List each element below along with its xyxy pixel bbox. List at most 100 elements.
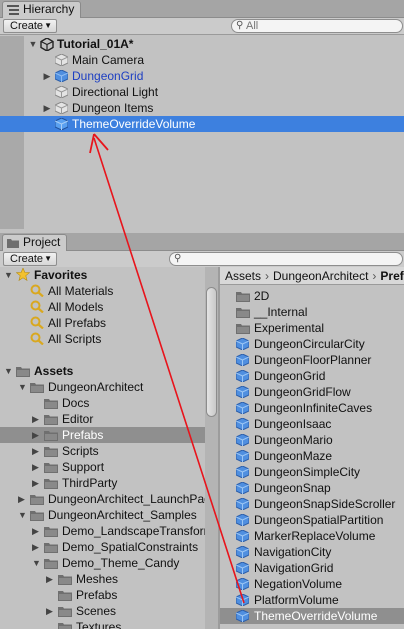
tab-project[interactable]: Project [2, 234, 68, 251]
folder-tree-item[interactable]: Prefabs [0, 587, 205, 603]
folder-tree-item[interactable]: Textures [0, 619, 205, 629]
expand-arrow-icon[interactable]: ▶ [32, 539, 39, 555]
content-prefab-item[interactable]: NavigationCity [220, 544, 404, 560]
folder-tree-item[interactable]: ▶ DungeonArchitect_LaunchPad [0, 491, 205, 507]
folder-label: Demo_SpatialConstraints [62, 540, 199, 554]
folder-tree-scroll-thumb[interactable] [206, 287, 217, 417]
content-prefab-item[interactable]: DungeonMaze [220, 448, 404, 464]
folder-tree-item[interactable]: ▶ ThirdParty [0, 475, 205, 491]
content-prefab-item[interactable]: DungeonCircularCity [220, 336, 404, 352]
content-item-label: Experimental [254, 321, 325, 335]
content-prefab-item[interactable]: ThemeOverrideVolume [220, 608, 404, 624]
content-prefab-item[interactable]: DungeonGridFlow [220, 384, 404, 400]
folder-tree-item[interactable]: ▶ Meshes [0, 571, 205, 587]
folder-tree-item[interactable]: ▶ Editor [0, 411, 205, 427]
expand-arrow-icon[interactable]: ▶ [46, 571, 53, 587]
project-search-field[interactable]: ⚲ [169, 252, 403, 266]
folder-label: DungeonArchitect_Samples [48, 508, 197, 522]
expand-arrow-icon[interactable]: ▼ [4, 363, 13, 379]
folder-label: Demo_Theme_Candy [62, 556, 180, 570]
content-folder-item[interactable]: 2D [220, 288, 404, 304]
hierarchy-item[interactable]: Directional Light [0, 84, 404, 100]
folder-tree-item[interactable]: ▶ Support [0, 459, 205, 475]
expand-arrow-icon[interactable]: ▶ [32, 443, 39, 459]
hierarchy-item[interactable]: ▶ Dungeon Items [0, 100, 404, 116]
hierarchy-search-field[interactable]: ⚲ [231, 19, 403, 33]
hierarchy-item[interactable]: ▶ DungeonGrid [0, 68, 404, 84]
favorite-item-label: All Models [48, 300, 104, 314]
favorite-item-label: All Scripts [48, 332, 102, 346]
folder-label: DungeonArchitect_LaunchPad [48, 492, 205, 506]
content-prefab-item[interactable]: NegationVolume [220, 576, 404, 592]
tab-hierarchy-label: Hierarchy [23, 2, 75, 16]
favorite-item[interactable]: All Prefabs [0, 315, 205, 331]
hierarchy-search-input[interactable] [246, 20, 382, 32]
expand-arrow-icon[interactable]: ▶ [18, 491, 25, 507]
expand-arrow-icon[interactable]: ▶ [42, 100, 52, 116]
content-item-label: DungeonGridFlow [254, 385, 351, 399]
content-folder-item[interactable]: Experimental [220, 320, 404, 336]
expand-arrow-icon[interactable]: ▶ [32, 523, 39, 539]
content-prefab-item[interactable]: DungeonSimpleCity [220, 464, 404, 480]
content-prefab-item[interactable]: DungeonSnap [220, 480, 404, 496]
project-folder-contents: Assets›DungeonArchitect›Prefabs 2D__Inte… [220, 267, 404, 629]
project-create-button[interactable]: Create ▼ [3, 252, 57, 266]
tab-hierarchy[interactable]: Hierarchy [2, 1, 82, 18]
favorite-item[interactable]: All Scripts [0, 331, 205, 347]
hierarchy-item[interactable]: Main Camera [0, 52, 404, 68]
search-icon: ⚲ [174, 253, 182, 264]
content-folder-item[interactable]: __Internal [220, 304, 404, 320]
hierarchy-item-label: Dungeon Items [72, 101, 154, 115]
favorites-header[interactable]: ▼ Favorites [0, 267, 205, 283]
content-prefab-item[interactable]: MarkerReplaceVolume [220, 528, 404, 544]
expand-arrow-icon[interactable]: ▼ [4, 267, 13, 283]
folder-tree-item[interactable]: ▼ DungeonArchitect_Samples [0, 507, 205, 523]
content-item-label: DungeonCircularCity [254, 337, 365, 351]
content-item-label: DungeonInfiniteCaves [254, 401, 373, 415]
breadcrumb-item[interactable]: Assets [225, 269, 261, 283]
project-search-input[interactable] [184, 253, 370, 265]
content-prefab-item[interactable]: DungeonInfiniteCaves [220, 400, 404, 416]
content-prefab-item[interactable]: DungeonFloorPlanner [220, 352, 404, 368]
expand-arrow-icon[interactable]: ▼ [28, 36, 38, 52]
folder-tree-item[interactable]: ▶ Scenes [0, 603, 205, 619]
favorite-item[interactable]: All Materials [0, 283, 205, 299]
hierarchy-create-button[interactable]: Create ▼ [3, 19, 57, 33]
expand-arrow-icon[interactable]: ▶ [32, 475, 39, 491]
expand-arrow-icon[interactable]: ▶ [42, 68, 52, 84]
breadcrumb-item[interactable]: DungeonArchitect [273, 269, 368, 283]
expand-arrow-icon[interactable]: ▼ [18, 507, 27, 523]
content-prefab-item[interactable]: NavigationGrid [220, 560, 404, 576]
expand-arrow-icon[interactable]: ▶ [32, 427, 39, 443]
hierarchy-tree: ▼ Tutorial_01A* Main Camera ▶ DungeonGri… [0, 36, 404, 229]
content-item-label: NegationVolume [254, 577, 343, 591]
folder-tree-item[interactable]: ▶ Demo_LandscapeTransform [0, 523, 205, 539]
folder-tree-item[interactable]: ▶ Scripts [0, 443, 205, 459]
folder-tree-item[interactable]: ▶ Prefabs [0, 427, 205, 443]
expand-arrow-icon[interactable]: ▼ [18, 379, 27, 395]
breadcrumb-item-current[interactable]: Prefabs [380, 269, 404, 283]
expand-arrow-icon[interactable]: ▶ [32, 411, 39, 427]
tab-project-label: Project [23, 235, 61, 249]
content-prefab-item[interactable]: DungeonMario [220, 432, 404, 448]
favorites-label: Favorites [34, 268, 88, 282]
content-item-label: NavigationGrid [254, 561, 334, 575]
expand-arrow-icon[interactable]: ▶ [32, 459, 39, 475]
expand-arrow-icon[interactable]: ▼ [32, 555, 41, 571]
content-prefab-item[interactable]: DungeonSpatialPartition [220, 512, 404, 528]
expand-arrow-icon[interactable]: ▶ [46, 603, 53, 619]
assets-header[interactable]: ▼ Assets [0, 363, 205, 379]
scene-row[interactable]: ▼ Tutorial_01A* [0, 36, 404, 52]
content-prefab-item[interactable]: DungeonSnapSideScroller [220, 496, 404, 512]
prefab-icon [235, 609, 250, 626]
folder-tree-item[interactable]: Docs [0, 395, 205, 411]
hierarchy-item-selected[interactable]: ThemeOverrideVolume [0, 116, 404, 132]
content-prefab-item[interactable]: PlatformVolume [220, 592, 404, 608]
content-prefab-item[interactable]: DungeonIsaac [220, 416, 404, 432]
folder-tree-item[interactable]: ▼ DungeonArchitect [0, 379, 205, 395]
folder-tree-item[interactable]: ▶ Demo_SpatialConstraints [0, 539, 205, 555]
favorite-item[interactable]: All Models [0, 299, 205, 315]
prefab-icon [54, 117, 69, 134]
content-prefab-item[interactable]: DungeonGrid [220, 368, 404, 384]
folder-tree-item[interactable]: ▼ Demo_Theme_Candy [0, 555, 205, 571]
